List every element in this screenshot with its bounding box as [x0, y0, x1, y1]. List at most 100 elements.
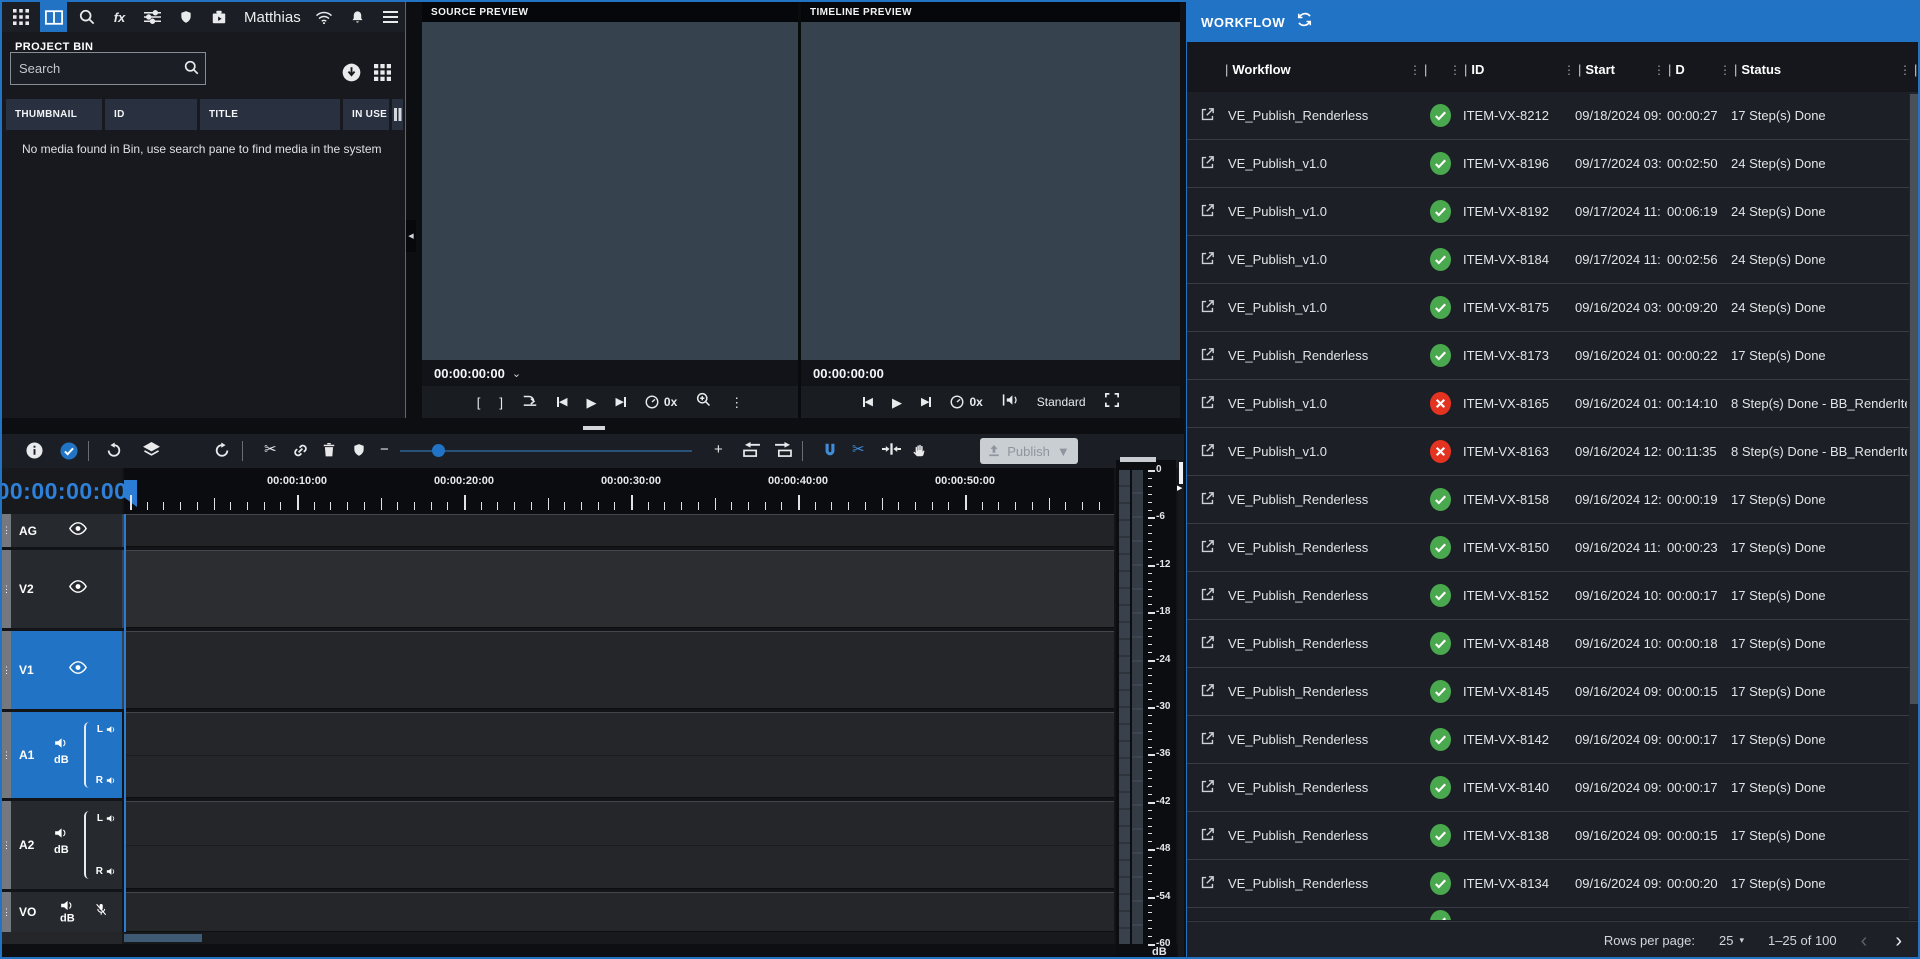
pan-hand-icon[interactable] [912, 442, 927, 458]
search-tool-icon[interactable] [73, 2, 100, 32]
timeline-track[interactable]: ⋮ A1 dB L R [2, 712, 1114, 798]
timeline-vertical-scrollbar[interactable] [1178, 460, 1184, 959]
delete-trash-icon[interactable] [322, 442, 336, 458]
workflow-row[interactable]: VE_Publish_Renderless ITEM-VX-8134 09/16… [1187, 860, 1909, 908]
drag-handle-icon[interactable]: ⋮ [2, 514, 11, 547]
send-to-timeline-button[interactable] [522, 393, 538, 412]
meter-scrollbar[interactable] [1120, 457, 1156, 462]
channel-right[interactable]: R [96, 775, 116, 786]
open-external-link-icon[interactable] [1199, 874, 1216, 891]
mark-out-button[interactable]: ] [499, 396, 503, 409]
history-undo-icon[interactable] [214, 442, 230, 458]
info-icon[interactable] [26, 442, 43, 459]
workflow-row[interactable]: VE_Publish_Renderless ITEM-VX-8158 09/16… [1187, 476, 1909, 524]
db-label[interactable]: dB [60, 913, 75, 925]
bin-panels-icon[interactable] [40, 2, 67, 32]
quality-selector[interactable]: Standard [1037, 395, 1086, 409]
workflow-row[interactable]: VE_Publish_Renderless ITEM-VX-8212 09/18… [1187, 92, 1909, 140]
track-content[interactable] [124, 631, 1114, 709]
open-external-link-icon[interactable] [1199, 298, 1216, 315]
open-external-link-icon[interactable] [1199, 682, 1216, 699]
playback-speed[interactable]: 0x [950, 395, 982, 409]
source-timecode[interactable]: 00:00:00:00 [434, 366, 505, 381]
unlink-icon[interactable] [292, 442, 309, 459]
apps-grid-icon[interactable] [7, 2, 34, 32]
column-header-id[interactable]: ID [105, 99, 197, 130]
previous-frame-button[interactable]: ◀ [557, 397, 567, 408]
mark-in-button[interactable]: [ [477, 396, 481, 409]
workflow-row[interactable]: VE_Publish_Renderless ITEM-VX-8150 09/16… [1187, 524, 1909, 572]
open-external-link-icon[interactable] [1199, 538, 1216, 555]
timeline-track[interactable]: ⋮ VO dB [2, 892, 1114, 932]
visibility-eye-icon[interactable] [68, 661, 88, 679]
timeline-track[interactable]: ⋮ A2 dB L R [2, 801, 1114, 889]
open-external-link-icon[interactable] [1199, 442, 1216, 459]
open-external-link-icon[interactable] [1199, 730, 1216, 747]
open-external-link-icon[interactable] [1199, 778, 1216, 795]
visibility-eye-icon[interactable] [68, 522, 88, 540]
undo-icon[interactable] [106, 442, 122, 458]
snap-magnet-icon[interactable] [822, 442, 838, 458]
publish-button[interactable]: Publish ▼ [980, 438, 1078, 464]
play-button[interactable]: ▶ [586, 396, 596, 409]
drag-handle-icon[interactable]: ⋮ [2, 801, 11, 889]
razor-icon[interactable]: ✂ [852, 442, 865, 457]
workflow-row[interactable]: VE_Publish_v1.0 ITEM-VX-8196 09/17/2024 … [1187, 140, 1909, 188]
track-content[interactable] [124, 514, 1114, 547]
grid-view-icon[interactable] [374, 64, 391, 86]
marker-shield-icon[interactable] [352, 442, 366, 458]
drag-handle-icon[interactable]: ⋮ [2, 712, 11, 798]
media-box-icon[interactable] [205, 2, 232, 32]
next-page-button[interactable]: › [1895, 931, 1902, 951]
menu-hamburger-icon[interactable] [377, 2, 404, 32]
playback-speed[interactable]: 0x [645, 395, 677, 409]
zoom-slider-knob[interactable] [432, 444, 445, 457]
search-input[interactable] [10, 52, 206, 85]
column-header-start[interactable]: ⋮|Start [1563, 62, 1615, 77]
column-header-inuse[interactable]: IN USE [343, 99, 389, 130]
track-header[interactable]: ⋮ AG [2, 514, 122, 547]
channel-left[interactable]: L [97, 813, 116, 824]
open-external-link-icon[interactable] [1199, 202, 1216, 219]
open-external-link-icon[interactable] [1199, 826, 1216, 843]
splitter-handle[interactable] [583, 426, 605, 430]
drag-handle-icon[interactable]: ⋮ [2, 892, 11, 932]
zoom-in-plus[interactable]: + [714, 442, 723, 457]
previous-frame-button[interactable]: ◀ [863, 397, 873, 408]
timeline-track[interactable]: ⋮ AG [2, 514, 1114, 547]
track-content[interactable] [124, 801, 1114, 889]
track-audio-controls[interactable]: dB [54, 827, 69, 856]
effects-icon[interactable]: fx [106, 2, 133, 32]
workflow-row[interactable]: VE_Publish_Renderless ITEM-VX-8145 09/16… [1187, 668, 1909, 716]
slip-tool-icon[interactable] [882, 442, 901, 456]
column-header-duration[interactable]: ⋮|D [1653, 62, 1685, 77]
workflow-row[interactable] [1187, 908, 1909, 920]
column-header-thumbnail[interactable]: THUMBNAIL [6, 99, 102, 130]
channel-left[interactable]: L [97, 724, 116, 735]
bin-collapse-handle[interactable]: ◀ [406, 220, 416, 252]
play-button[interactable]: ▶ [892, 396, 902, 409]
workflow-row[interactable]: VE_Publish_v1.0 ITEM-VX-8192 09/17/2024 … [1187, 188, 1909, 236]
track-audio-controls[interactable]: dB [60, 900, 75, 925]
timeline-ruler[interactable]: 00:00:10:0000:00:20:0000:00:30:0000:00:4… [124, 468, 1114, 514]
layers-icon[interactable] [142, 442, 161, 457]
open-external-link-icon[interactable] [1199, 634, 1216, 651]
track-header[interactable]: ⋮ V2 [2, 550, 122, 628]
track-header[interactable]: ⋮ V1 [2, 631, 122, 709]
open-external-link-icon[interactable] [1199, 154, 1216, 171]
open-external-link-icon[interactable] [1199, 490, 1216, 507]
track-header[interactable]: ⋮ A2 dB L R [2, 801, 122, 889]
zoom-out-minus[interactable]: − [380, 442, 389, 457]
workflow-row[interactable]: VE_Publish_Renderless ITEM-VX-8140 09/16… [1187, 764, 1909, 812]
workflow-scrollbar[interactable] [1909, 92, 1920, 920]
open-external-link-icon[interactable] [1199, 250, 1216, 267]
playhead-line[interactable] [124, 514, 126, 932]
open-external-link-icon[interactable] [1199, 106, 1216, 123]
column-header-workflow[interactable]: |Workflow [1225, 62, 1291, 77]
visibility-eye-icon[interactable] [68, 580, 88, 598]
adjust-sliders-icon[interactable] [139, 2, 166, 32]
timeline-horizontal-scrollbar[interactable] [2, 932, 1114, 944]
scrollbar-thumb[interactable] [1179, 462, 1183, 484]
workflow-row[interactable]: VE_Publish_Renderless ITEM-VX-8148 09/16… [1187, 620, 1909, 668]
db-label[interactable]: dB [54, 754, 69, 766]
